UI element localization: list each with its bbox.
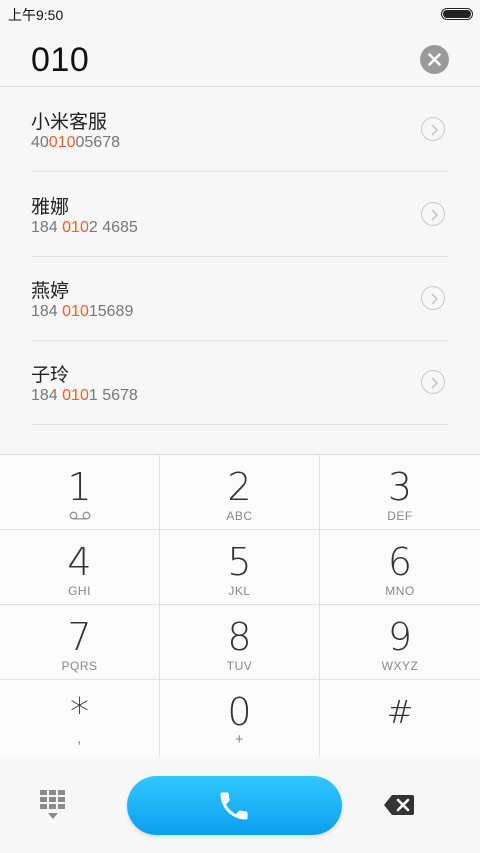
key-letters: PQRS (61, 659, 98, 673)
key-letters: WXYZ (381, 659, 419, 673)
key-letters: , (77, 730, 82, 747)
contact-number: 184 0102 4685 (31, 219, 138, 236)
backspace-icon[interactable] (383, 794, 415, 816)
dialpad-grid-icon[interactable] (38, 788, 68, 822)
dialed-number[interactable]: 010 (31, 41, 89, 80)
battery-icon (441, 8, 473, 20)
number-input-bar: 010 (0, 27, 480, 87)
key-digit: 0 (227, 690, 252, 734)
key-digit: # (386, 693, 414, 731)
contact-name: 燕婷 (31, 281, 70, 302)
contact-name: 雅娜 (31, 197, 70, 218)
key-letters: + (234, 731, 245, 748)
contact-result-item[interactable]: 子玲 184 0101 5678 (31, 340, 449, 425)
call-button[interactable] (127, 776, 342, 835)
contact-results-list: 小米客服 4001005678 雅娜 184 0102 4685 燕婷 184 … (0, 87, 480, 454)
contact-name: 小米客服 (31, 112, 108, 133)
key-digit: 5 (227, 540, 252, 584)
key-7[interactable]: 7 PQRS (0, 605, 160, 680)
key-digit: 9 (387, 615, 413, 659)
key-9[interactable]: 9 WXYZ (320, 605, 480, 680)
key-letters: GHI (68, 584, 91, 598)
key-5[interactable]: 5 JKL (160, 530, 320, 605)
dial-keypad: 1 2 ABC 3 DEF 4 GHI 5 JKL 6 MNO 7 PQRS 8… (0, 454, 480, 758)
number-match-highlight: 010 (48, 134, 76, 151)
bottom-action-bar (0, 757, 480, 853)
number-match-highlight: 010 (62, 303, 89, 320)
number-match-highlight: 010 (62, 387, 89, 404)
key-digit: 8 (227, 615, 252, 659)
key-1[interactable]: 1 (0, 455, 160, 530)
key-digit: 6 (387, 540, 413, 584)
contact-number: 184 01015689 (31, 303, 134, 320)
chevron-right-icon[interactable] (421, 202, 445, 226)
key-letters: TUV (226, 659, 253, 673)
chevron-right-icon[interactable] (421, 117, 445, 141)
phone-icon (220, 792, 248, 820)
key-8[interactable]: 8 TUV (160, 605, 320, 680)
key-letters: MNO (385, 584, 415, 598)
key-0[interactable]: 0 + (160, 680, 320, 758)
key-digit: 7 (67, 615, 92, 659)
clear-icon[interactable] (420, 45, 449, 74)
key-digit: * (70, 690, 89, 734)
status-time: 上午9:50 (8, 7, 64, 23)
key-digit: 1 (67, 465, 92, 509)
key-letters: ABC (226, 509, 253, 523)
number-match-highlight: 010 (62, 219, 89, 236)
key-letters: JKL (228, 584, 251, 598)
contact-result-item[interactable]: 燕婷 184 01015689 (31, 256, 449, 341)
key-2[interactable]: 2 ABC (160, 455, 320, 530)
key-letters: DEF (387, 509, 413, 523)
status-bar: 上午9:50 (0, 0, 480, 27)
key-6[interactable]: 6 MNO (320, 530, 480, 605)
key-3[interactable]: 3 DEF (320, 455, 480, 530)
contact-result-item[interactable]: 雅娜 184 0102 4685 (31, 172, 449, 257)
chevron-right-icon[interactable] (421, 286, 445, 310)
key-digit: 3 (387, 465, 413, 509)
key-digit: 4 (67, 540, 92, 584)
chevron-right-icon[interactable] (421, 370, 445, 394)
voicemail-icon (69, 511, 91, 520)
contact-result-item[interactable]: 小米客服 4001005678 (31, 87, 449, 172)
key-hash[interactable]: # (320, 680, 480, 758)
contact-number: 184 0101 5678 (31, 387, 138, 404)
key-star[interactable]: * , (0, 680, 160, 758)
contact-number: 4001005678 (31, 134, 120, 151)
key-4[interactable]: 4 GHI (0, 530, 160, 605)
key-digit: 2 (227, 465, 252, 509)
contact-name: 子玲 (31, 365, 70, 386)
